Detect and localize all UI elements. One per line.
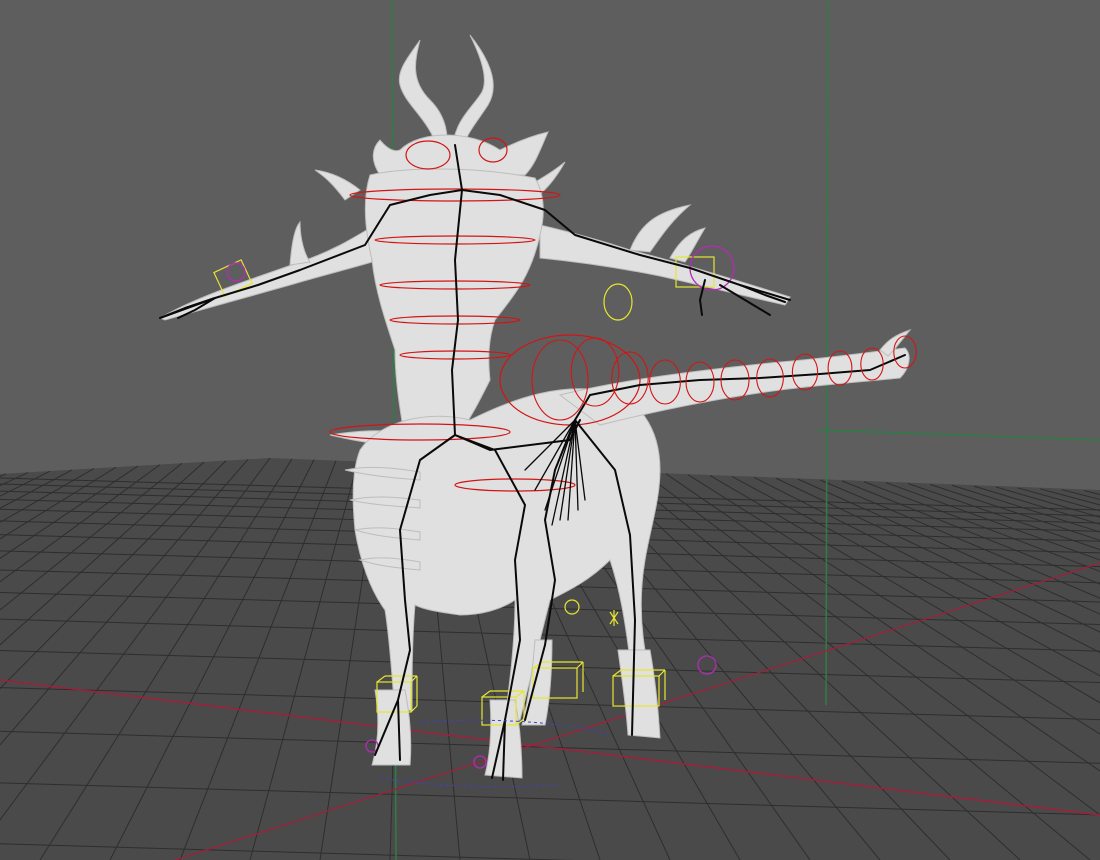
3d-viewport[interactable] [0, 0, 1100, 860]
